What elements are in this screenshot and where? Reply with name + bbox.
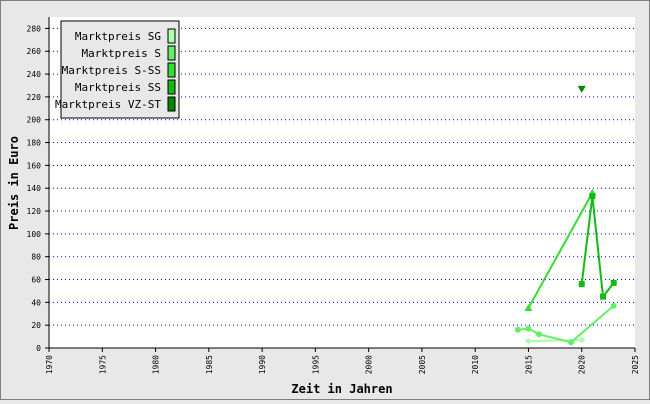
legend-label: Marktpreis S-SS: [62, 64, 161, 77]
data-point: [589, 193, 596, 200]
legend-label: Marktpreis S: [82, 47, 161, 60]
y-tick-label: 180: [27, 139, 42, 148]
y-tick-label: 220: [27, 93, 42, 102]
y-tick-label: 140: [27, 184, 42, 193]
y-tick-label: 100: [27, 230, 42, 239]
y-tick-label: 240: [27, 70, 42, 79]
x-tick-label: 1995: [311, 355, 320, 374]
data-point: [578, 281, 585, 288]
data-point: [525, 325, 532, 332]
x-axis-label: Zeit in Jahren: [291, 382, 392, 396]
legend-label: Marktpreis VZ-ST: [55, 98, 161, 111]
x-tick-label: 2000: [365, 355, 374, 374]
legend-label: Marktpreis SS: [75, 81, 161, 94]
legend-swatch: [167, 79, 176, 95]
x-tick-label: 1975: [98, 355, 107, 374]
data-point: [514, 326, 521, 333]
chart-svg: 0 20 40 60 80 100 120 140 160 180 200 220 240 260 280 1…: [7, 17, 640, 396]
data-point: [536, 331, 543, 338]
x-tick-label: 2025: [631, 355, 640, 374]
legend-swatch: [167, 62, 176, 78]
x-tick-label: 2015: [524, 355, 533, 374]
y-tick-label: 0: [36, 344, 41, 353]
data-point: [600, 293, 607, 300]
y-tick-label: 160: [27, 161, 42, 170]
legend-label: Marktpreis SG: [75, 30, 161, 43]
data-point: [610, 302, 617, 309]
legend: Marktpreis SG Marktpreis S Marktpreis S-SS…: [55, 20, 180, 119]
x-tick-label: 1990: [258, 355, 267, 374]
chart-frame: 0 20 40 60 80 100 120 140 160 180 200 220 240 260 280 1…: [0, 0, 650, 400]
x-tick-label: 2020: [578, 355, 587, 374]
y-tick-label: 200: [27, 116, 42, 125]
y-tick-label: 40: [31, 298, 41, 307]
x-tick-label: 1970: [45, 355, 54, 374]
x-tick-label: 2010: [471, 355, 480, 374]
legend-swatch: [167, 28, 176, 44]
y-tick-label: 20: [31, 321, 41, 330]
x-tick-label: 2005: [418, 355, 427, 374]
y-tick-label: 80: [31, 253, 41, 262]
y-tick-label: 60: [31, 276, 41, 285]
data-point: [610, 279, 617, 286]
y-tick-label: 120: [27, 207, 42, 216]
y-tick-label: 280: [27, 24, 42, 33]
legend-swatch: [167, 96, 176, 112]
data-point: [568, 339, 575, 346]
y-tick-label: 260: [27, 47, 42, 56]
y-axis-label: Preis in Euro: [7, 136, 21, 230]
legend-swatch: [167, 45, 176, 61]
x-tick-label: 1985: [205, 355, 214, 374]
x-tick-label: 1980: [152, 355, 161, 374]
